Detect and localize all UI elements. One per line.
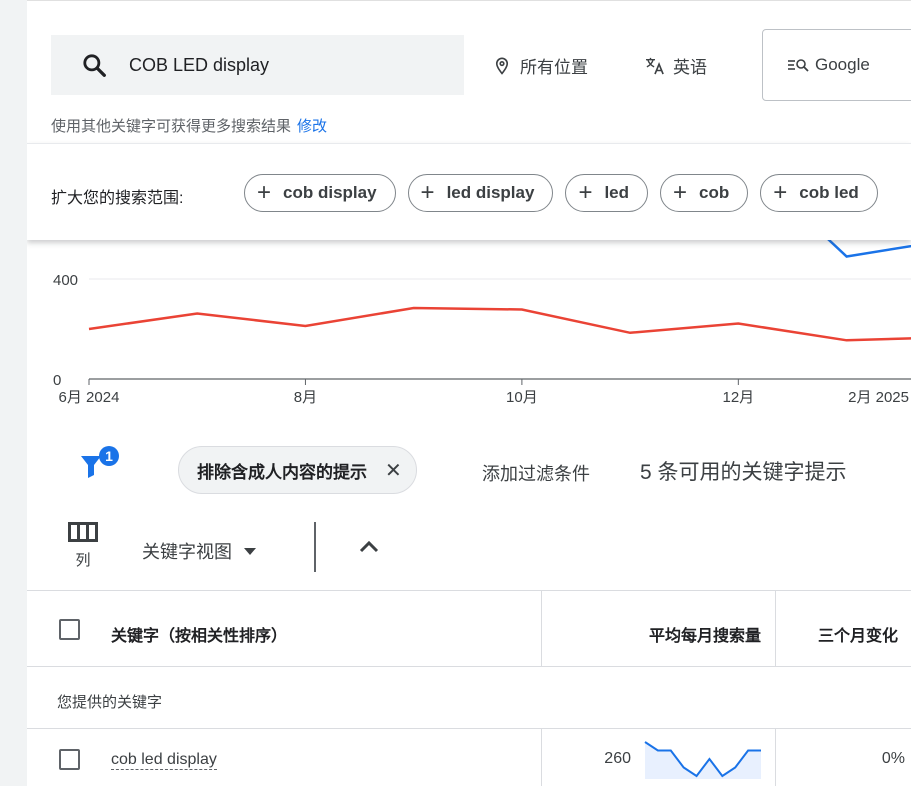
broaden-chips: + cob display + led display + led + cob + cob…	[244, 174, 878, 212]
location-label: 所有位置	[520, 58, 588, 77]
toolbar-divider	[314, 522, 316, 572]
search-engine-selector[interactable]: Google	[762, 29, 911, 101]
filter-icon[interactable]: 1	[79, 446, 129, 486]
search-icon	[83, 54, 106, 77]
adult-content-filter-chip[interactable]: 排除含成人内容的提示 ✕	[178, 446, 417, 494]
select-all-checkbox[interactable]	[59, 619, 80, 640]
search-network-icon	[788, 59, 809, 72]
keyword-planner-page: 所有位置 英语 Google 使用其他关键字可获得更多搜索结果修改 扩大您的搜	[27, 0, 911, 786]
three-month-change-cell: 0%	[775, 729, 911, 786]
search-box[interactable]	[51, 35, 464, 95]
filter-chip-label: 排除含成人内容的提示	[197, 462, 367, 482]
table-header: 关键字（按相关性排序） 平均每月搜索量 三个月变化	[27, 590, 911, 667]
series-line-0	[88, 306, 911, 342]
location-selector[interactable]: 所有位置	[494, 53, 588, 78]
y-tick-label: 400	[53, 272, 78, 289]
broaden-label: 扩大您的搜索范围:	[51, 190, 184, 207]
avg-monthly-column-header[interactable]: 平均每月搜索量	[541, 591, 775, 666]
broaden-chip[interactable]: + led	[565, 174, 649, 212]
avg-monthly-cell: 260	[541, 729, 775, 786]
plus-icon: +	[578, 179, 593, 206]
plus-icon: +	[773, 179, 788, 206]
sparkline-area	[645, 742, 761, 779]
trend-sparkline	[644, 741, 761, 779]
search-header: 所有位置 英语 Google 使用其他关键字可获得更多搜索结果修改	[27, 0, 911, 143]
caret-down-icon	[244, 547, 256, 555]
keyword-view-dropdown[interactable]: 关键字视图	[142, 538, 256, 564]
section-label: 您提供的关键字	[57, 694, 163, 711]
chip-label: cob display	[283, 183, 377, 202]
hint-text: 使用其他关键字可获得更多搜索结果	[51, 118, 292, 135]
location-pin-icon	[495, 57, 509, 75]
add-filter-button[interactable]: 添加过滤条件	[482, 460, 590, 486]
plus-icon: +	[673, 179, 688, 206]
x-tick-label: 10月	[506, 389, 538, 406]
keyword-cell[interactable]: cob led display	[111, 750, 217, 770]
broaden-search-panel: 扩大您的搜索范围: + cob display + led display + led…	[27, 143, 911, 240]
x-tick-label: 2月 2025	[848, 389, 909, 406]
chip-label: led	[604, 183, 630, 202]
plus-icon: +	[420, 179, 435, 206]
result-count: 5 条可用的关键字提示	[640, 461, 847, 484]
broaden-chip[interactable]: + cob display	[244, 174, 396, 212]
close-icon[interactable]: ✕	[385, 458, 402, 483]
view-label: 关键字视图	[142, 542, 232, 562]
three-month-change-column-header[interactable]: 三个月变化	[775, 591, 911, 666]
x-tick-label: 6月 2024	[59, 389, 120, 406]
columns-icon	[68, 522, 98, 542]
columns-label: 列	[75, 552, 91, 569]
plus-icon: +	[257, 179, 272, 206]
search-volume-chart: 0 400 6月 2024 8月 10月 12月 2月 2025	[53, 240, 911, 406]
engine-label: Google	[815, 55, 870, 74]
y-tick-label: 0	[53, 372, 61, 389]
filter-count-badge: 1	[105, 448, 113, 464]
avg-monthly-value: 260	[604, 750, 631, 767]
broaden-chip[interactable]: + cob led	[760, 174, 878, 212]
row-checkbox[interactable]	[59, 749, 80, 770]
broaden-chip[interactable]: + cob	[660, 174, 749, 212]
keyword-column-header[interactable]: 关键字（按相关性排序）	[111, 622, 287, 646]
language-label: 英语	[673, 58, 707, 77]
chip-label: led display	[446, 183, 535, 202]
section-header-row: 您提供的关键字	[27, 667, 911, 729]
language-selector[interactable]: 英语	[645, 53, 707, 78]
columns-button[interactable]: 列	[65, 522, 101, 570]
three-month-change-value: 0%	[881, 750, 905, 767]
search-input[interactable]	[129, 54, 429, 76]
broaden-chip[interactable]: + led display	[407, 174, 554, 212]
x-tick-label: 8月	[294, 389, 317, 406]
x-tick-label: 12月	[722, 389, 754, 406]
search-hint: 使用其他关键字可获得更多搜索结果 修改	[51, 115, 327, 136]
table-row: cob led display 260 0%	[27, 729, 911, 786]
translate-icon	[646, 57, 664, 74]
edit-link[interactable]: 修改	[297, 118, 327, 135]
chip-label: cob	[699, 183, 730, 202]
chip-label: cob led	[799, 183, 859, 202]
series-line-1	[827, 240, 911, 258]
chevron-up-icon[interactable]	[357, 536, 381, 556]
